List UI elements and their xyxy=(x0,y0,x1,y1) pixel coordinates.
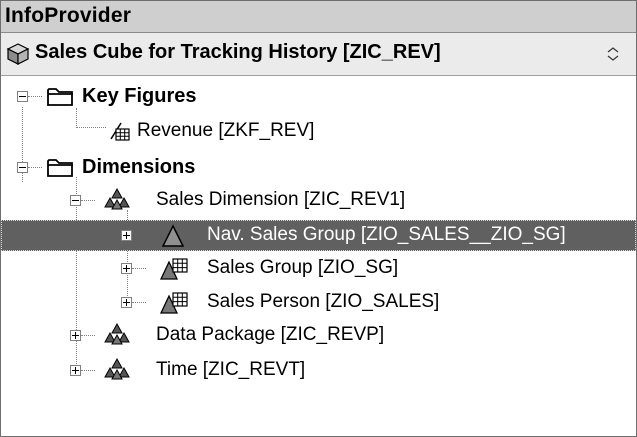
expand-icon[interactable] xyxy=(121,230,132,241)
tree-node-revenue[interactable]: Revenue [ZKF_REV] xyxy=(1,116,636,147)
infoprovider-header[interactable]: Sales Cube for Tracking History [ZIC_REV… xyxy=(1,33,636,76)
infoprovider-panel: InfoProvider Sales Cube for Tracking His… xyxy=(0,0,637,437)
tree-node-sales-dimension[interactable]: Sales Dimension [ZIC_REV1] xyxy=(1,185,636,216)
characteristic-icon xyxy=(159,258,188,280)
tree-node-sales-person[interactable]: Sales Person [ZIO_SALES] xyxy=(1,287,636,318)
tree-node-nav-sales-group[interactable]: Nav. Sales Group [ZIO_SALES__ZIO_SG] xyxy=(1,220,636,251)
tree-node-label: Time [ZIC_REVT] xyxy=(156,359,306,380)
infoprovider-tree: Key Figures Revenue [ZKF_REV] Dimensions xyxy=(1,76,636,436)
tree-node-label: Sales Group [ZIO_SG] xyxy=(207,257,399,278)
folder-icon xyxy=(47,159,73,177)
collapse-icon[interactable] xyxy=(70,195,81,206)
dimension-icon xyxy=(104,323,130,345)
expand-icon[interactable] xyxy=(121,263,132,274)
dimension-icon xyxy=(104,358,130,380)
key-figure-icon xyxy=(110,122,130,141)
infocube-icon xyxy=(6,43,30,65)
panel-titlebar: InfoProvider xyxy=(1,1,636,33)
tree-node-sales-group[interactable]: Sales Group [ZIO_SG] xyxy=(1,253,636,284)
tree-node-time[interactable]: Time [ZIC_REVT] xyxy=(1,355,636,386)
characteristic-icon xyxy=(159,292,188,314)
tree-node-label: Sales Dimension [ZIC_REV1] xyxy=(156,189,406,210)
dimension-icon xyxy=(104,188,130,210)
folder-icon xyxy=(47,88,73,106)
tree-node-label: Revenue [ZKF_REV] xyxy=(137,120,315,141)
expand-icon[interactable] xyxy=(121,297,132,308)
tree-node-label: Sales Person [ZIO_SALES] xyxy=(207,291,440,312)
tree-node-label: Dimensions xyxy=(82,156,196,178)
collapse-icon[interactable] xyxy=(17,91,28,102)
tree-node-label: Data Package [ZIC_REVP] xyxy=(156,324,385,345)
tree-node-label: Nav. Sales Group [ZIO_SALES__ZIO_SG] xyxy=(207,224,566,245)
infoprovider-title: Sales Cube for Tracking History [ZIC_REV… xyxy=(35,41,441,63)
expand-icon[interactable] xyxy=(70,330,81,341)
tree-node-data-package[interactable]: Data Package [ZIC_REVP] xyxy=(1,320,636,351)
collapse-toggle-icon[interactable] xyxy=(605,45,621,63)
navigation-attribute-icon xyxy=(161,224,185,247)
tree-node-key-figures[interactable]: Key Figures xyxy=(1,81,636,112)
tree-node-dimensions[interactable]: Dimensions xyxy=(1,152,636,183)
tree-node-label: Key Figures xyxy=(82,85,197,107)
panel-title: InfoProvider xyxy=(5,4,132,27)
collapse-icon[interactable] xyxy=(17,162,28,173)
expand-icon[interactable] xyxy=(70,365,81,376)
